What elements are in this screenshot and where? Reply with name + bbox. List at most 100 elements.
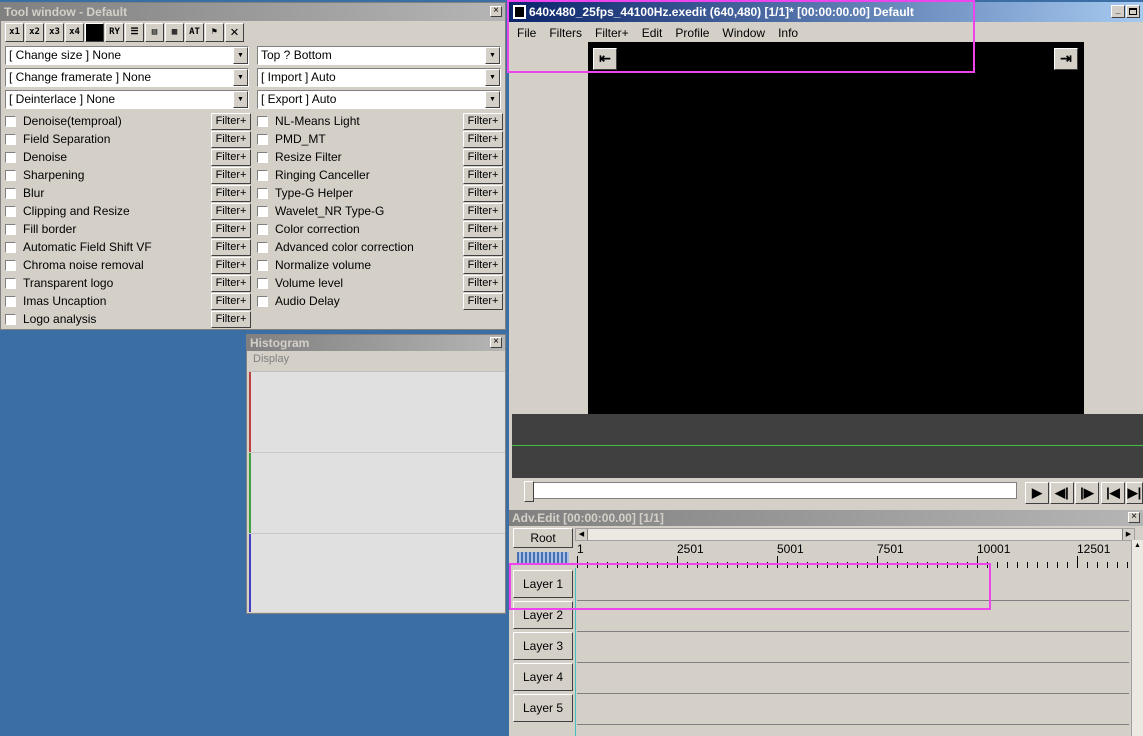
change-framerate-select[interactable]: [ Change framerate ] None ▼ [5, 68, 249, 87]
go-to-start-icon[interactable]: ⇤ [593, 48, 617, 70]
zoom-slider[interactable] [517, 552, 569, 564]
layer-button[interactable]: Layer 4 [513, 663, 573, 691]
filter-plus-button[interactable]: Filter+ [463, 239, 503, 256]
hatch-icon[interactable]: ▦ [165, 23, 184, 42]
filter-checkbox[interactable] [257, 259, 268, 271]
histogram-display-menu[interactable]: Display [247, 351, 505, 369]
scale-x3-icon[interactable]: x3 [45, 23, 64, 42]
filter-plus-button[interactable]: Filter+ [211, 275, 251, 292]
seek-handle[interactable] [524, 481, 534, 502]
scroll-left-icon[interactable]: ◀ [576, 529, 588, 540]
bars-alt-icon[interactable]: ▤ [145, 23, 164, 42]
bars-icon[interactable]: ☰ [125, 23, 144, 42]
change-size-select[interactable]: [ Change size ] None ▼ [5, 46, 249, 65]
playhead-cursor[interactable] [575, 568, 576, 736]
maximize-icon[interactable] [1126, 5, 1140, 18]
menu-info[interactable]: Info [778, 26, 798, 40]
field-order-select[interactable]: Top ? Bottom ▼ [257, 46, 501, 65]
scale-x2-icon[interactable]: x2 [25, 23, 44, 42]
filter-checkbox[interactable] [5, 241, 16, 253]
filter-checkbox[interactable] [5, 169, 16, 181]
filter-plus-button[interactable]: Filter+ [211, 239, 251, 256]
menu-edit[interactable]: Edit [642, 26, 663, 40]
import-select[interactable]: [ Import ] Auto ▼ [257, 68, 501, 87]
layer-lane[interactable] [577, 694, 1129, 725]
menu-file[interactable]: File [517, 26, 536, 40]
play-icon[interactable]: ▶ [1025, 482, 1049, 504]
filter-plus-button[interactable]: Filter+ [211, 257, 251, 274]
go-to-end-icon[interactable]: ⇥ [1054, 48, 1078, 70]
filter-plus-button[interactable]: Filter+ [211, 131, 251, 148]
filter-checkbox[interactable] [5, 115, 16, 127]
scroll-right-icon[interactable]: ▶ [1122, 529, 1134, 540]
prev-frame-icon[interactable]: ◀| [1050, 482, 1074, 504]
filter-checkbox[interactable] [257, 169, 268, 181]
deinterlace-select[interactable]: [ Deinterlace ] None ▼ [5, 90, 249, 109]
layer-lane[interactable] [577, 663, 1129, 694]
histogram-close-button[interactable]: × [490, 337, 502, 348]
filter-plus-button[interactable]: Filter+ [211, 221, 251, 238]
flag-icon[interactable]: ⚑ [205, 23, 224, 42]
filter-checkbox[interactable] [5, 259, 16, 271]
layer-button[interactable]: Layer 2 [513, 601, 573, 629]
filter-checkbox[interactable] [5, 277, 16, 289]
layer-lane[interactable] [577, 601, 1129, 632]
horizontal-scrollbar[interactable]: ◀ ▶ [575, 528, 1135, 541]
filter-plus-button[interactable]: Filter+ [463, 293, 503, 310]
layer-lane[interactable] [577, 632, 1129, 663]
filter-checkbox[interactable] [5, 223, 16, 235]
filter-plus-button[interactable]: Filter+ [211, 293, 251, 310]
filter-checkbox[interactable] [257, 133, 268, 145]
adv-edit-titlebar[interactable]: Adv.Edit [00:00:00.00] [1/1] × [509, 510, 1143, 526]
filter-checkbox[interactable] [257, 205, 268, 217]
filter-checkbox[interactable] [5, 205, 16, 217]
filter-plus-button[interactable]: Filter+ [211, 203, 251, 220]
filter-checkbox[interactable] [5, 151, 16, 163]
vertical-scrollbar[interactable]: ▲ [1131, 540, 1143, 736]
filter-checkbox[interactable] [257, 151, 268, 163]
filter-plus-button[interactable]: Filter+ [463, 167, 503, 184]
tool-window-close-button[interactable]: × [490, 6, 502, 17]
minimize-icon[interactable]: _ [1111, 5, 1125, 18]
prev-keyframe-icon[interactable]: |◀ [1101, 482, 1125, 504]
filter-plus-button[interactable]: Filter+ [463, 257, 503, 274]
tool-window-titlebar[interactable]: Tool window - Default × [1, 3, 505, 21]
filter-checkbox[interactable] [5, 133, 16, 145]
filter-checkbox[interactable] [257, 187, 268, 199]
filter-plus-button[interactable]: Filter+ [463, 113, 503, 130]
filter-plus-button[interactable]: Filter+ [463, 185, 503, 202]
adv-edit-close-button[interactable]: × [1128, 512, 1140, 523]
filter-checkbox[interactable] [5, 295, 16, 307]
histogram-titlebar[interactable]: Histogram × [247, 335, 505, 351]
menu-filter-plus[interactable]: Filter+ [595, 26, 629, 40]
filter-plus-button[interactable]: Filter+ [211, 185, 251, 202]
timeline-ruler[interactable]: 1 2501 5001 7501 10001 12501 [577, 542, 1129, 568]
menu-filters[interactable]: Filters [549, 26, 582, 40]
filter-plus-button[interactable]: Filter+ [211, 167, 251, 184]
export-select[interactable]: [ Export ] Auto ▼ [257, 90, 501, 109]
filter-plus-button[interactable]: Filter+ [463, 275, 503, 292]
main-titlebar[interactable]: 640x480_25fps_44100Hz.exedit (640,480) [… [509, 2, 1143, 22]
menu-profile[interactable]: Profile [675, 26, 709, 40]
scale-x1-icon[interactable]: x1 [5, 23, 24, 42]
scale-x4-icon[interactable]: x4 [65, 23, 84, 42]
layer-lane[interactable] [577, 570, 1129, 601]
cross-icon[interactable]: ✕ [225, 23, 244, 42]
ry-icon[interactable]: RY [105, 23, 124, 42]
filter-plus-button[interactable]: Filter+ [463, 203, 503, 220]
filter-plus-button[interactable]: Filter+ [211, 149, 251, 166]
filter-checkbox[interactable] [5, 313, 16, 325]
filter-plus-button[interactable]: Filter+ [463, 131, 503, 148]
filter-plus-button[interactable]: Filter+ [463, 221, 503, 238]
layer-button[interactable]: Layer 3 [513, 632, 573, 660]
filter-checkbox[interactable] [257, 277, 268, 289]
root-button[interactable]: Root [513, 528, 573, 548]
layer-button[interactable]: Layer 5 [513, 694, 573, 722]
filter-checkbox[interactable] [257, 295, 268, 307]
seek-bar[interactable] [524, 481, 1017, 502]
next-keyframe-icon[interactable]: ▶| [1126, 482, 1143, 504]
filter-checkbox[interactable] [257, 223, 268, 235]
scroll-up-icon[interactable]: ▲ [1132, 540, 1143, 552]
filter-checkbox[interactable] [5, 187, 16, 199]
filter-plus-button[interactable]: Filter+ [211, 311, 251, 328]
